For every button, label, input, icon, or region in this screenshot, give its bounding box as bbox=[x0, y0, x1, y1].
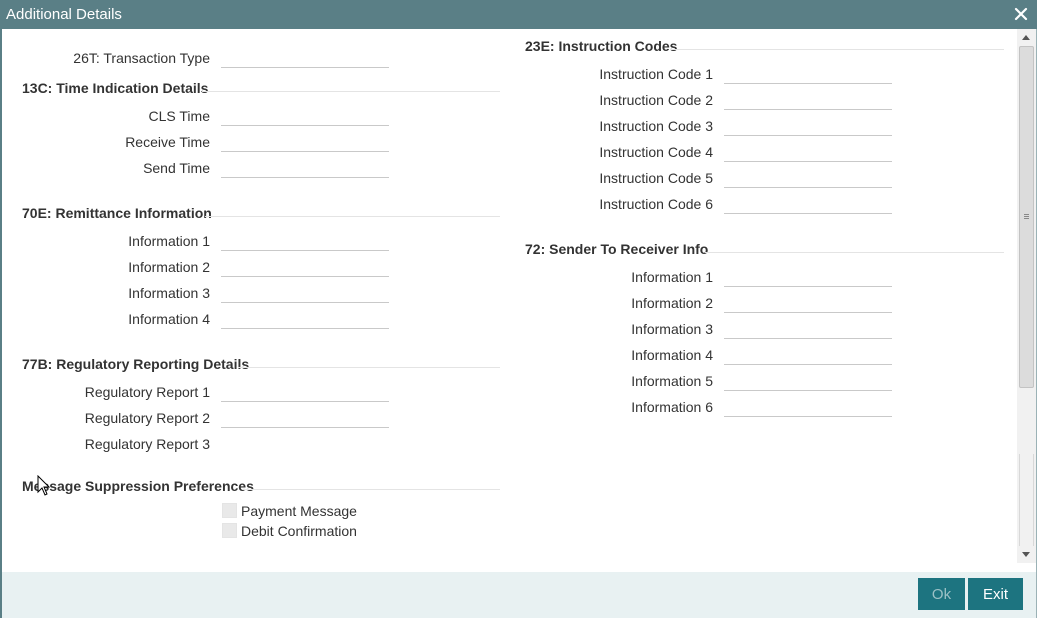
grip-line bbox=[1024, 218, 1029, 219]
suppression-title: Message Suppression Preferences bbox=[22, 478, 254, 494]
regulatory-report-1-label: Regulatory Report 1 bbox=[84, 384, 210, 400]
receive-time-label: Receive Time bbox=[125, 134, 210, 150]
section-divider bbox=[670, 49, 1004, 50]
receive-time-field[interactable] bbox=[221, 134, 389, 152]
sender-info-1-label: Information 1 bbox=[631, 269, 713, 285]
section-divider bbox=[238, 367, 500, 368]
sender-info-6-label: Information 6 bbox=[631, 399, 713, 415]
payment-message-label: Payment Message bbox=[241, 503, 357, 519]
dialog-footer: Ok Exit bbox=[2, 572, 1036, 618]
instruction-code-1-label: Instruction Code 1 bbox=[599, 66, 713, 82]
remittance-title: 70E: Remittance Information bbox=[22, 205, 212, 221]
cls-time-field[interactable] bbox=[221, 108, 389, 126]
sender-info-5-field[interactable] bbox=[724, 373, 892, 391]
instruction-code-2-field[interactable] bbox=[724, 92, 892, 110]
sender-to-receiver-title: 72: Sender To Receiver Info bbox=[525, 241, 709, 257]
instruction-code-3-field[interactable] bbox=[724, 118, 892, 136]
remittance-info-4-field[interactable] bbox=[221, 311, 389, 329]
regulatory-report-2-field[interactable] bbox=[221, 410, 389, 428]
sender-info-4-label: Information 4 bbox=[631, 347, 713, 363]
instruction-code-6-field[interactable] bbox=[724, 196, 892, 214]
instruction-code-6-label: Instruction Code 6 bbox=[599, 196, 713, 212]
regulatory-report-3-label: Regulatory Report 3 bbox=[84, 436, 210, 452]
remittance-info-1-label: Information 1 bbox=[128, 233, 210, 249]
window-title: Additional Details bbox=[6, 6, 122, 23]
section-divider bbox=[705, 252, 1004, 253]
mouse-pointer-icon bbox=[37, 474, 51, 497]
remittance-info-4-label: Information 4 bbox=[128, 311, 210, 327]
ok-button[interactable]: Ok bbox=[918, 578, 965, 610]
cls-time-label: CLS Time bbox=[148, 108, 210, 124]
grip-line bbox=[1024, 214, 1029, 215]
payment-message-checkbox[interactable] bbox=[222, 503, 237, 518]
title-bar: Additional Details bbox=[0, 0, 1037, 29]
dialog-content: 26T: Transaction Type 13C: Time Indicati… bbox=[2, 29, 1017, 572]
grip-line bbox=[1024, 216, 1029, 217]
section-divider bbox=[242, 489, 500, 490]
close-icon[interactable] bbox=[1011, 3, 1031, 25]
instruction-code-3-label: Instruction Code 3 bbox=[599, 118, 713, 134]
instruction-code-1-field[interactable] bbox=[724, 66, 892, 84]
remittance-info-3-field[interactable] bbox=[221, 285, 389, 303]
remittance-info-2-label: Information 2 bbox=[128, 259, 210, 275]
time-indication-title: 13C: Time Indication Details bbox=[22, 80, 209, 96]
sender-info-1-field[interactable] bbox=[724, 269, 892, 287]
vertical-scrollbar[interactable] bbox=[1017, 29, 1036, 563]
regulatory-report-2-label: Regulatory Report 2 bbox=[84, 410, 210, 426]
instruction-code-4-label: Instruction Code 4 bbox=[599, 144, 713, 160]
exit-button[interactable]: Exit bbox=[968, 578, 1023, 610]
regulatory-report-1-field[interactable] bbox=[221, 384, 389, 402]
sender-info-3-field[interactable] bbox=[724, 321, 892, 339]
sender-info-3-label: Information 3 bbox=[631, 321, 713, 337]
instruction-code-5-field[interactable] bbox=[724, 170, 892, 188]
sender-info-2-label: Information 2 bbox=[631, 295, 713, 311]
debit-confirmation-label: Debit Confirmation bbox=[241, 523, 357, 539]
remittance-info-1-field[interactable] bbox=[221, 233, 389, 251]
remittance-info-3-label: Information 3 bbox=[128, 285, 210, 301]
scroll-down-arrow-icon[interactable] bbox=[1022, 552, 1030, 557]
scroll-up-arrow-icon[interactable] bbox=[1022, 35, 1030, 40]
send-time-label: Send Time bbox=[143, 160, 210, 176]
regulatory-title: 77B: Regulatory Reporting Details bbox=[22, 356, 250, 372]
regulatory-report-3-field[interactable] bbox=[221, 436, 389, 454]
transaction-type-field[interactable] bbox=[221, 50, 389, 68]
instruction-code-2-label: Instruction Code 2 bbox=[599, 92, 713, 108]
send-time-field[interactable] bbox=[221, 160, 389, 178]
sender-info-2-field[interactable] bbox=[724, 295, 892, 313]
scroll-track-lower bbox=[1019, 454, 1034, 546]
remittance-info-2-field[interactable] bbox=[221, 259, 389, 277]
instruction-code-4-field[interactable] bbox=[724, 144, 892, 162]
section-divider bbox=[205, 216, 500, 217]
sender-info-4-field[interactable] bbox=[724, 347, 892, 365]
debit-confirmation-checkbox[interactable] bbox=[222, 523, 237, 538]
scroll-thumb[interactable] bbox=[1019, 46, 1034, 388]
section-divider bbox=[202, 91, 500, 92]
sender-info-5-label: Information 5 bbox=[631, 373, 713, 389]
instruction-code-5-label: Instruction Code 5 bbox=[599, 170, 713, 186]
sender-info-6-field[interactable] bbox=[724, 399, 892, 417]
transaction-type-label: 26T: Transaction Type bbox=[73, 50, 210, 66]
instruction-codes-title: 23E: Instruction Codes bbox=[525, 38, 678, 54]
